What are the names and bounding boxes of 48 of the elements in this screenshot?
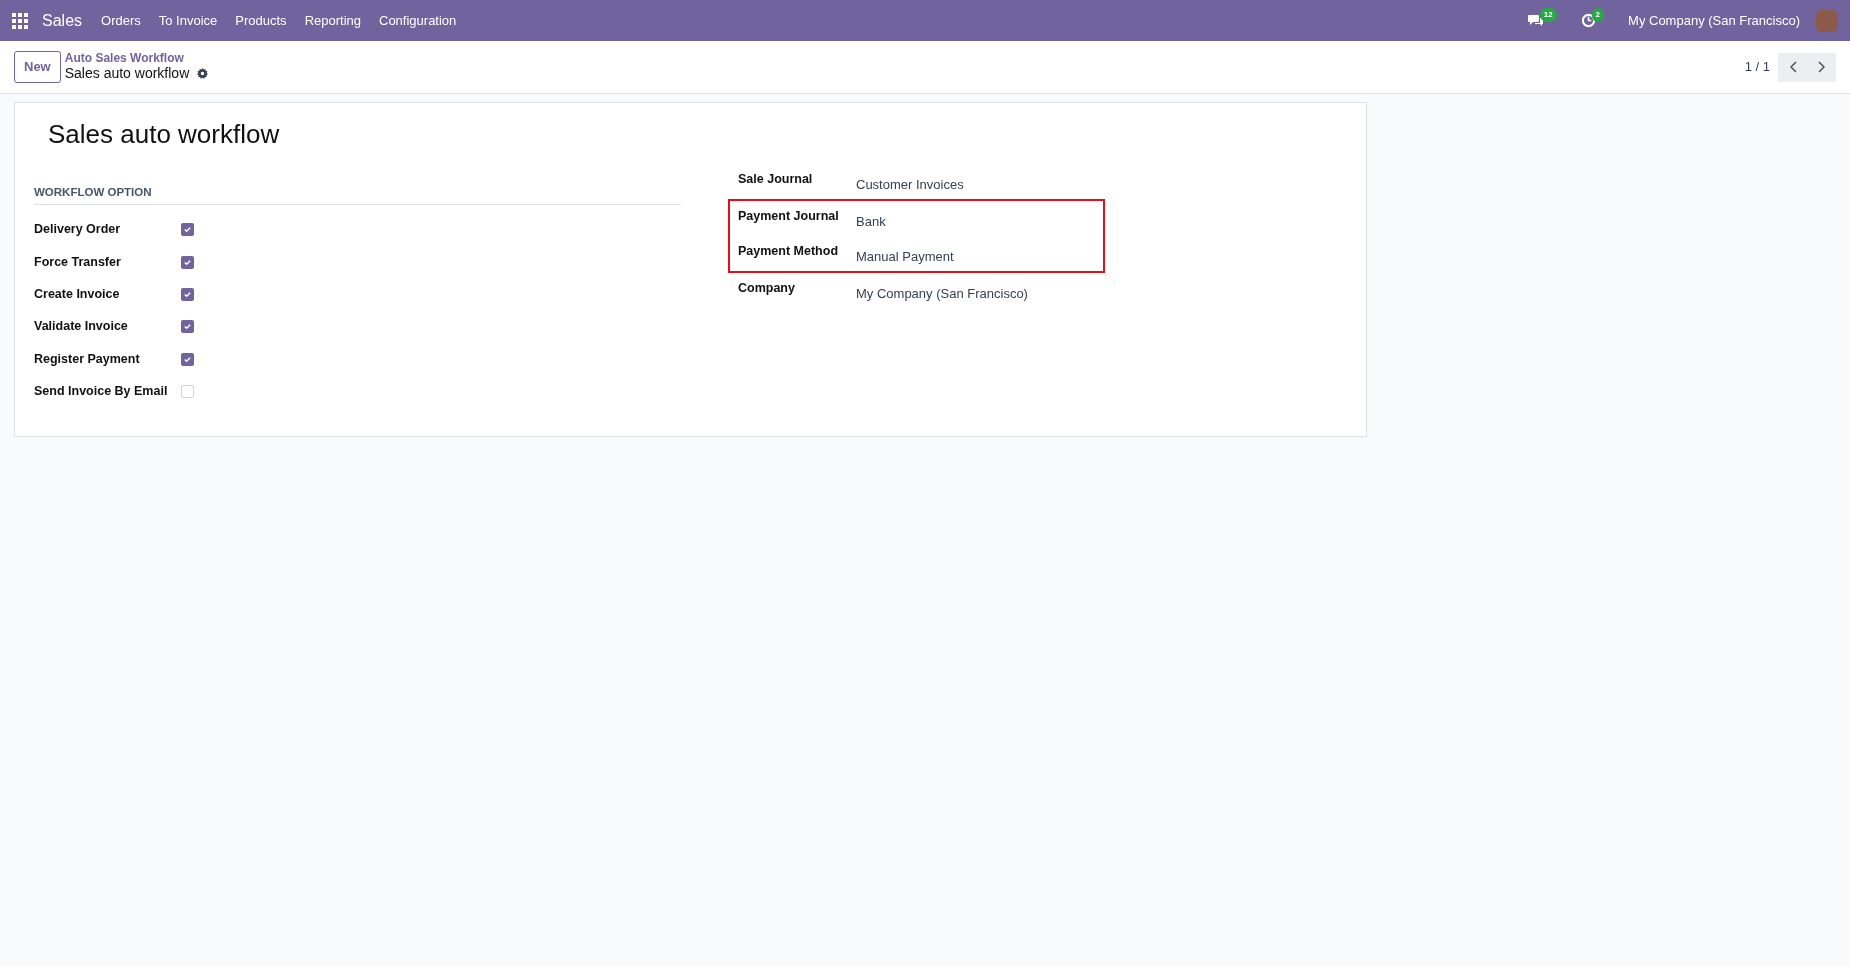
checkmark-icon bbox=[183, 257, 192, 267]
field-value[interactable]: My Company (San Francisco) bbox=[856, 283, 1028, 304]
field-label: Register Payment bbox=[34, 350, 141, 368]
checkbox[interactable] bbox=[181, 223, 194, 237]
field-value[interactable]: Manual Payment bbox=[856, 246, 954, 267]
clock-icon[interactable] bbox=[1580, 13, 1596, 28]
record-title: Sales auto workflow bbox=[48, 119, 281, 151]
field-value[interactable]: Customer Invoices bbox=[856, 174, 964, 195]
field-label: Send Invoice By Email bbox=[34, 383, 169, 401]
checkmark-icon bbox=[183, 322, 192, 332]
field-label: Force Transfer bbox=[34, 253, 122, 271]
checkmark-icon bbox=[183, 289, 192, 299]
activity-count: 2 bbox=[1591, 7, 1605, 22]
field-label: Delivery Order bbox=[34, 221, 122, 239]
menu-item[interactable]: Products bbox=[226, 10, 296, 31]
apps-grid-icon[interactable] bbox=[12, 12, 28, 29]
checkbox[interactable] bbox=[181, 320, 194, 334]
field-label: Payment Method bbox=[738, 243, 839, 261]
menu-item[interactable]: Orders bbox=[92, 10, 150, 31]
company-name[interactable]: My Company (San Francisco) bbox=[1628, 10, 1800, 31]
field-label: Create Invoice bbox=[34, 286, 121, 304]
field-value[interactable]: Bank bbox=[856, 211, 886, 232]
gear-icon[interactable] bbox=[197, 68, 209, 80]
field-label: Validate Invoice bbox=[34, 318, 129, 336]
menu-item[interactable]: Configuration bbox=[370, 10, 466, 31]
field-label: Payment Journal bbox=[738, 208, 840, 226]
checkbox[interactable] bbox=[181, 287, 194, 301]
checkbox[interactable] bbox=[181, 385, 194, 399]
pager-value: 1 / 1 bbox=[1744, 58, 1770, 77]
chat-icon[interactable] bbox=[1527, 13, 1544, 28]
section-heading: WORKFLOW OPTION bbox=[34, 184, 681, 206]
menu-item[interactable]: Reporting bbox=[295, 10, 370, 31]
previous-button[interactable] bbox=[1778, 52, 1807, 82]
menu-item[interactable]: To Invoice bbox=[149, 10, 227, 31]
breadcrumb-link[interactable]: Auto Sales Workflow bbox=[64, 52, 209, 66]
checkbox[interactable] bbox=[181, 352, 194, 366]
message-count: 12 bbox=[1539, 7, 1557, 22]
chevron-left-icon bbox=[1788, 61, 1797, 73]
next-button[interactable] bbox=[1807, 52, 1836, 82]
checkmark-icon bbox=[183, 354, 192, 364]
checkmark-icon bbox=[183, 225, 192, 235]
new-button[interactable]: New bbox=[14, 51, 61, 83]
field-label: Sale Journal bbox=[738, 171, 814, 189]
record-name: Sales auto workflow bbox=[64, 65, 190, 82]
chevron-right-icon bbox=[1817, 61, 1826, 73]
checkbox[interactable] bbox=[181, 255, 194, 269]
app-name-link[interactable]: Sales bbox=[32, 8, 93, 33]
field-label: Company bbox=[738, 280, 796, 298]
